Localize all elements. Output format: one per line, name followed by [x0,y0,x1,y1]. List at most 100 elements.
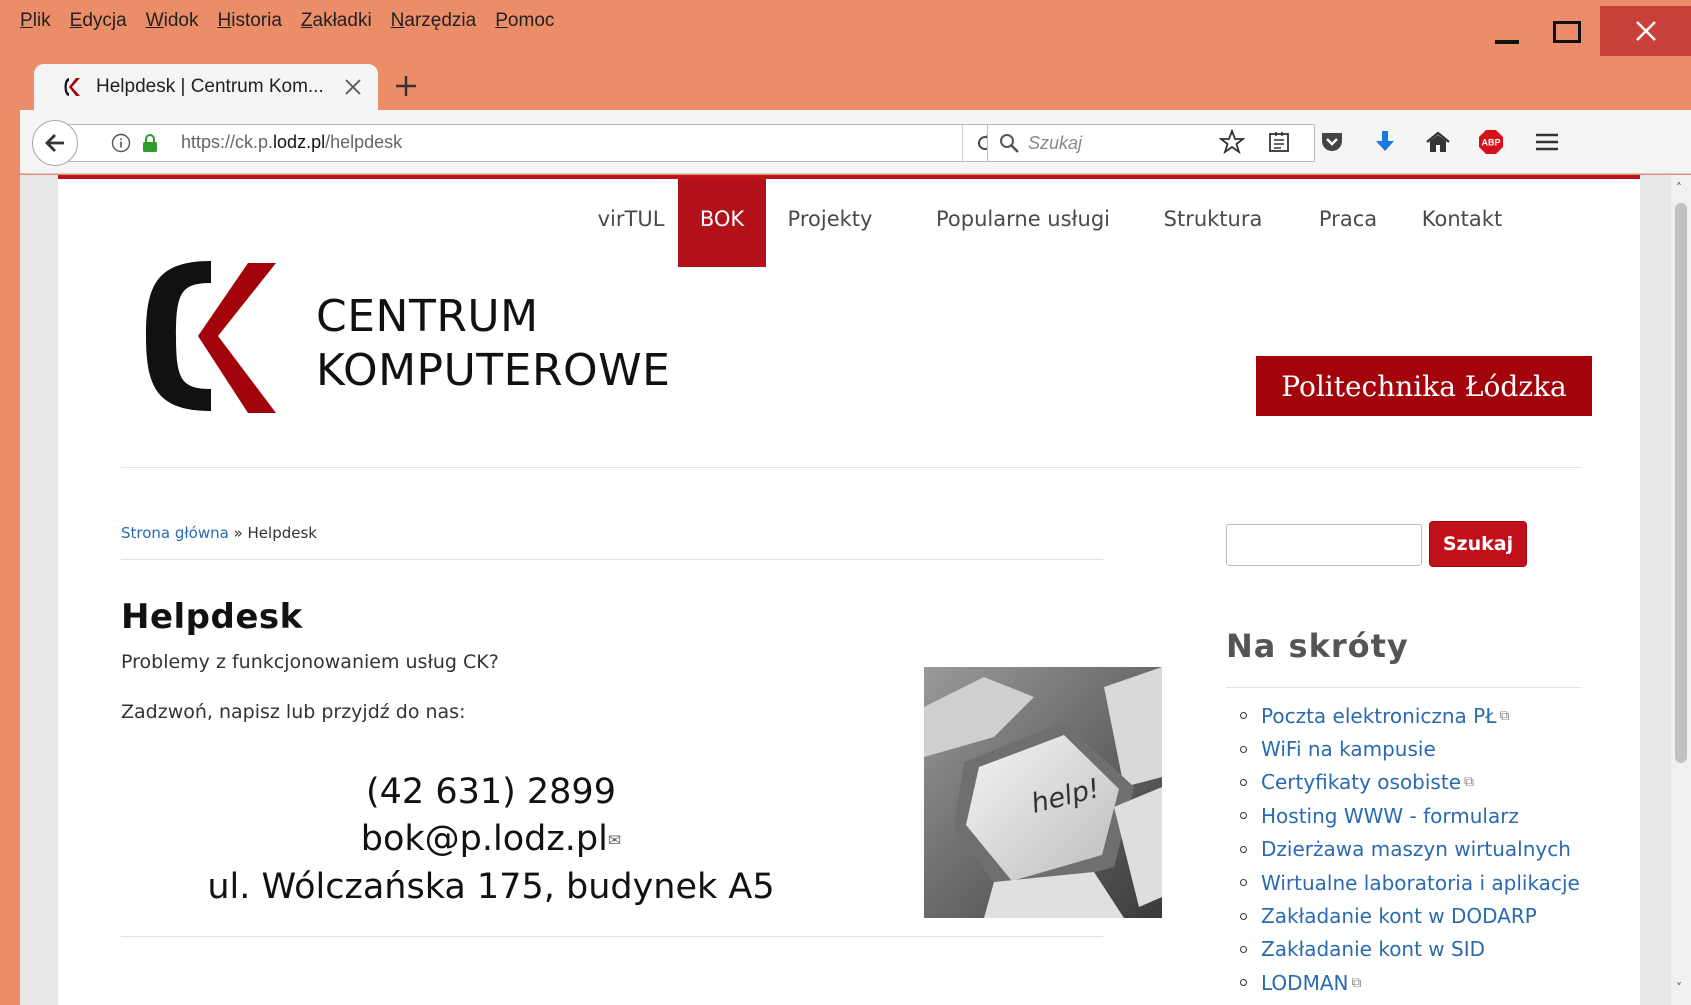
browser-window: Plik Edycja Widok Historia Zakładki Narz… [0,0,1691,1005]
scroll-up-arrow-icon[interactable]: ˄ [1676,182,1686,194]
shortcut-item: Wirtualne laboratoria i aplikacje [1226,866,1580,899]
logo-text-line2: KOMPUTEROWE [316,345,671,396]
breadcrumb-divider [121,559,1103,560]
search-placeholder: Szukaj [1028,133,1083,153]
shortcut-item: Poczta elektroniczna PŁ ⧉ [1226,699,1580,732]
header-divider [121,467,1581,468]
url-text: https://ck.p.lodz.pl/helpdesk [181,132,403,152]
menu-zakladki[interactable]: Zakładki [301,10,372,38]
bullet-icon [1240,912,1247,920]
external-link-icon: ⧉ [1351,974,1362,991]
shortcut-link[interactable]: LODMAN [1261,971,1348,995]
tab-close-icon[interactable] [342,76,364,98]
content-divider [121,936,1103,937]
download-icon[interactable] [1369,126,1401,158]
shortcut-item: WiFi na kampusie [1226,732,1580,765]
mail-icon: ✉ [607,830,622,850]
info-icon[interactable] [111,133,131,153]
scrollbar-thumb[interactable] [1675,203,1687,763]
bullet-icon [1240,712,1247,720]
shortcuts-title: Na skróty [1226,627,1409,665]
vertical-scrollbar[interactable]: ˄ ˅ [1671,175,1691,1005]
maximize-icon [1553,21,1581,43]
scroll-down-arrow-icon[interactable]: ˅ [1676,982,1686,994]
shortcut-link[interactable]: WiFi na kampusie [1261,737,1436,761]
close-window-button[interactable] [1600,6,1691,56]
hamburger-menu-icon[interactable] [1531,126,1563,158]
home-icon[interactable] [1422,126,1454,158]
bullet-icon [1240,979,1247,987]
maximize-button[interactable] [1538,8,1596,56]
lock-icon [143,134,157,152]
nav-popularne-uslugi[interactable]: Popularne usługi [913,179,1133,267]
address-bar[interactable]: https://ck.p.lodz.pl/helpdesk [58,124,998,162]
navigation-toolbar: https://ck.p.lodz.pl/helpdesk Szukaj ABP [20,110,1691,174]
contact-intro-text: Zadzwoń, napisz lub przyjdź do nas: [121,701,466,723]
shortcut-link[interactable]: Dzierżawa maszyn wirtualnych [1261,837,1571,861]
shortcuts-list: Poczta elektroniczna PŁ ⧉ WiFi na kampusie… [1226,699,1580,1000]
bullet-icon [1240,845,1247,853]
urlbar-separator [962,125,963,161]
shortcut-link[interactable]: Wirtualne laboratoria i aplikacje [1261,871,1580,895]
site-search-button[interactable]: Szukaj [1429,521,1527,567]
page-title: Helpdesk [121,597,303,637]
adblock-plus-icon[interactable]: ABP [1475,126,1507,158]
shortcut-item: Dzierżawa maszyn wirtualnych [1226,833,1580,866]
menu-pomoc[interactable]: Pomoc [495,10,554,38]
minimize-icon [1495,40,1519,44]
help-key-image: help! [924,667,1162,918]
close-icon [1635,21,1656,41]
web-page: virTUL BOK Projekty Popularne usługi Str… [58,175,1640,1005]
pocket-icon[interactable] [1316,126,1348,158]
menu-plik[interactable]: Plik [20,10,51,38]
email-link[interactable]: bok@p.lodz.pl [361,819,608,859]
shortcut-item: LODMAN ⧉ [1226,966,1580,999]
shortcut-item: Hosting WWW - formularz [1226,799,1580,832]
shortcut-link[interactable]: Poczta elektroniczna PŁ [1261,704,1496,728]
logo-text-line1: CENTRUM [316,291,539,342]
menu-edycja[interactable]: Edycja [70,10,127,38]
menu-bar: Plik Edycja Widok Historia Zakładki Narz… [20,10,573,38]
shortcut-item: Zakładanie kont w DODARP [1226,899,1580,932]
url-domain: lodz.pl [273,132,326,152]
bullet-icon [1240,812,1247,820]
shortcut-link[interactable]: Zakładanie kont w DODARP [1261,904,1537,928]
breadcrumb-current: Helpdesk [247,524,317,542]
address-text: ul. Wólczańska 175, budynek A5 [207,866,775,907]
ck-logo-icon [64,78,80,96]
new-tab-icon[interactable] [392,72,420,100]
menu-narzedzia[interactable]: Narzędzia [391,10,477,38]
shortcut-link[interactable]: Certyfikaty osobiste [1261,770,1461,794]
nav-praca[interactable]: Praca [1308,179,1388,267]
shortcut-link[interactable]: Hosting WWW - formularz [1261,804,1519,828]
minimize-button[interactable] [1478,8,1536,56]
nav-struktura[interactable]: Struktura [1148,179,1278,267]
browser-tab[interactable]: Helpdesk | Centrum Kom... [34,64,378,110]
shortcut-item: Certyfikaty osobiste ⧉ [1226,766,1580,799]
shortcut-item: Zakładanie kont w SID [1226,933,1580,966]
site-search-input[interactable] [1226,524,1422,566]
breadcrumb-home-link[interactable]: Strona główna [121,524,229,542]
nav-virtul[interactable]: virTUL [587,179,675,267]
reader-list-icon[interactable] [1263,126,1295,158]
nav-bok[interactable]: BOK [678,179,766,267]
back-arrow-icon [45,134,64,152]
bullet-icon [1240,745,1247,753]
search-icon [1000,134,1019,153]
intro-text: Problemy z funkcjonowaniem usług CK? [121,651,499,673]
svg-text:ABP: ABP [1481,138,1500,148]
back-button[interactable] [32,120,78,166]
menu-historia[interactable]: Historia [217,10,281,38]
shortcuts-divider [1226,687,1581,688]
nav-kontakt[interactable]: Kontakt [1406,179,1518,267]
ck-logo-mark [146,261,276,413]
bookmark-star-icon[interactable] [1216,126,1248,158]
shortcut-link[interactable]: Zakładanie kont w SID [1261,937,1485,961]
ck-logo[interactable]: CENTRUM KOMPUTEROWE [136,261,670,421]
politechnika-badge[interactable]: Politechnika Łódzka [1256,356,1592,416]
menu-widok[interactable]: Widok [146,10,199,38]
tab-title: Helpdesk | Centrum Kom... [96,76,324,97]
bullet-icon [1240,778,1247,786]
nav-projekty[interactable]: Projekty [775,179,885,267]
phone-number: (42 631) 2899 [366,772,616,812]
